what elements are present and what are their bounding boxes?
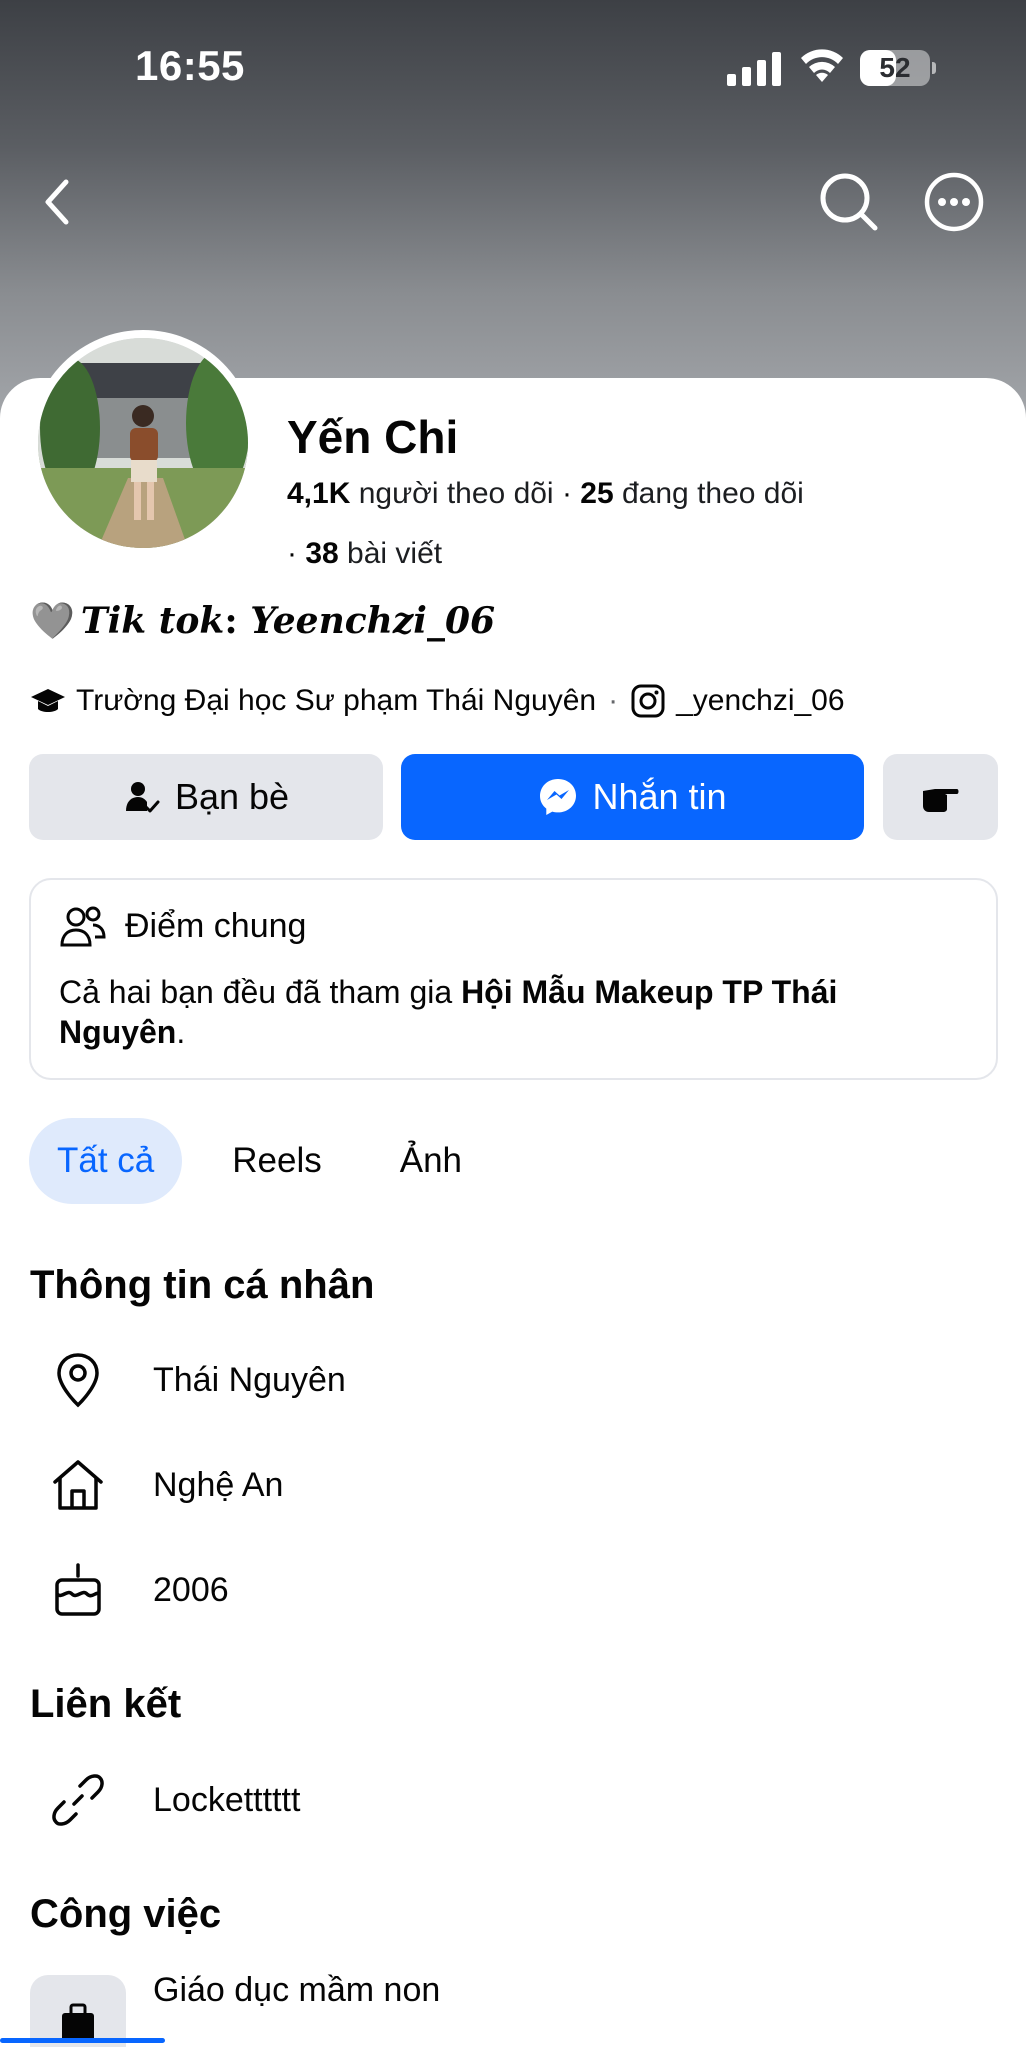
info-row-location[interactable]: Thái Nguyên (30, 1345, 346, 1415)
personal-info-title: Thông tin cá nhân (30, 1263, 375, 1307)
battery-level: 52 (879, 52, 911, 83)
work-icon-tile (30, 1975, 126, 2047)
avatar-image (38, 338, 248, 548)
people-icon (60, 906, 106, 947)
hometown-text: Nghệ An (153, 1465, 284, 1504)
friends-button-label: Bạn bè (174, 776, 290, 817)
info-row-hometown[interactable]: Nghệ An (30, 1450, 283, 1520)
intro-line: Trường Đại học Sư phạm Thái Nguyên · _ye… (30, 683, 845, 719)
poke-hand-icon (922, 789, 958, 812)
more-dots-icon[interactable] (922, 170, 986, 234)
scroll-indicator (0, 2038, 165, 2043)
search-icon[interactable] (817, 170, 881, 234)
work-text: Giáo dục mầm non (153, 1971, 441, 2009)
location-text: Thái Nguyên (153, 1360, 346, 1399)
posts-label: bài viết (347, 537, 443, 570)
work-title: Công việc (30, 1892, 222, 1936)
link-icon (52, 1774, 104, 1826)
follow-stats: 4,1K người theo dõi · 25 đang theo dõi (287, 477, 804, 510)
poke-button[interactable] (883, 754, 998, 840)
battery-icon: 52 (860, 50, 936, 86)
bio-label: Tik tok (80, 600, 225, 642)
profile-tabs: Tất cả Reels Ảnh (29, 1118, 512, 1204)
post-stats: · 38 bài viết (287, 537, 443, 570)
graduation-cap-icon (31, 689, 65, 712)
followers-label[interactable]: người theo dõi (359, 477, 554, 510)
mutual-title: Điểm chung (59, 904, 306, 948)
profile-name: Yến Chi (287, 411, 459, 463)
followers-count[interactable]: 4,1K (287, 477, 350, 510)
info-row-link[interactable]: Locketttttt (30, 1765, 300, 1835)
bio-value: Yeenchzi_06 (250, 600, 496, 642)
wifi-icon (801, 49, 843, 82)
posts-count: 38 (305, 537, 339, 570)
link-text[interactable]: Locketttttt (153, 1781, 300, 1820)
cellular-signal-icon (727, 52, 781, 86)
birth-year-text: 2006 (153, 1570, 229, 1609)
avatar[interactable] (30, 330, 256, 556)
avatar-photo (38, 338, 248, 548)
mutual-title-text: Điểm chung (125, 906, 307, 945)
instagram-icon (631, 684, 665, 718)
tab-reels[interactable]: Reels (204, 1118, 349, 1204)
following-label[interactable]: đang theo dõi (622, 477, 804, 510)
message-button-label: Nhắn tin (592, 776, 727, 817)
mutual-card[interactable]: Điểm chung Cả hai bạn đều đã tham gia Hộ… (29, 878, 998, 1080)
birthday-cake-icon (55, 1563, 101, 1616)
friends-button[interactable]: Bạn bè (29, 754, 383, 840)
mutual-text: Cả hai bạn đều đã tham gia Hội Mẫu Makeu… (59, 974, 838, 1050)
tab-all[interactable]: Tất cả (29, 1118, 183, 1204)
message-button[interactable]: Nhắn tin (401, 754, 864, 840)
home-icon (53, 1460, 103, 1510)
location-pin-icon (57, 1353, 99, 1408)
messenger-icon (540, 779, 577, 815)
status-bar: 16:55 52 (0, 0, 1026, 140)
info-row-birthday[interactable]: 2006 (30, 1555, 229, 1625)
following-count[interactable]: 25 (580, 477, 613, 510)
school-name[interactable]: Trường Đại học Sư phạm Thái Nguyên (76, 684, 596, 718)
info-row-work[interactable]: Giáo dục mầm non (30, 1965, 441, 2047)
grey-heart-icon: 🩶 (30, 600, 75, 642)
chevron-left-icon[interactable] (30, 172, 86, 232)
friend-check-icon (125, 782, 160, 813)
tab-photos[interactable]: Ảnh (372, 1118, 490, 1204)
links-title: Liên kết (30, 1682, 182, 1726)
instagram-handle[interactable]: _yenchzi_06 (676, 684, 844, 718)
profile-bio: 🩶 Tik tok: Yeenchzi_06 (30, 600, 496, 642)
status-time: 16:55 (135, 42, 245, 89)
